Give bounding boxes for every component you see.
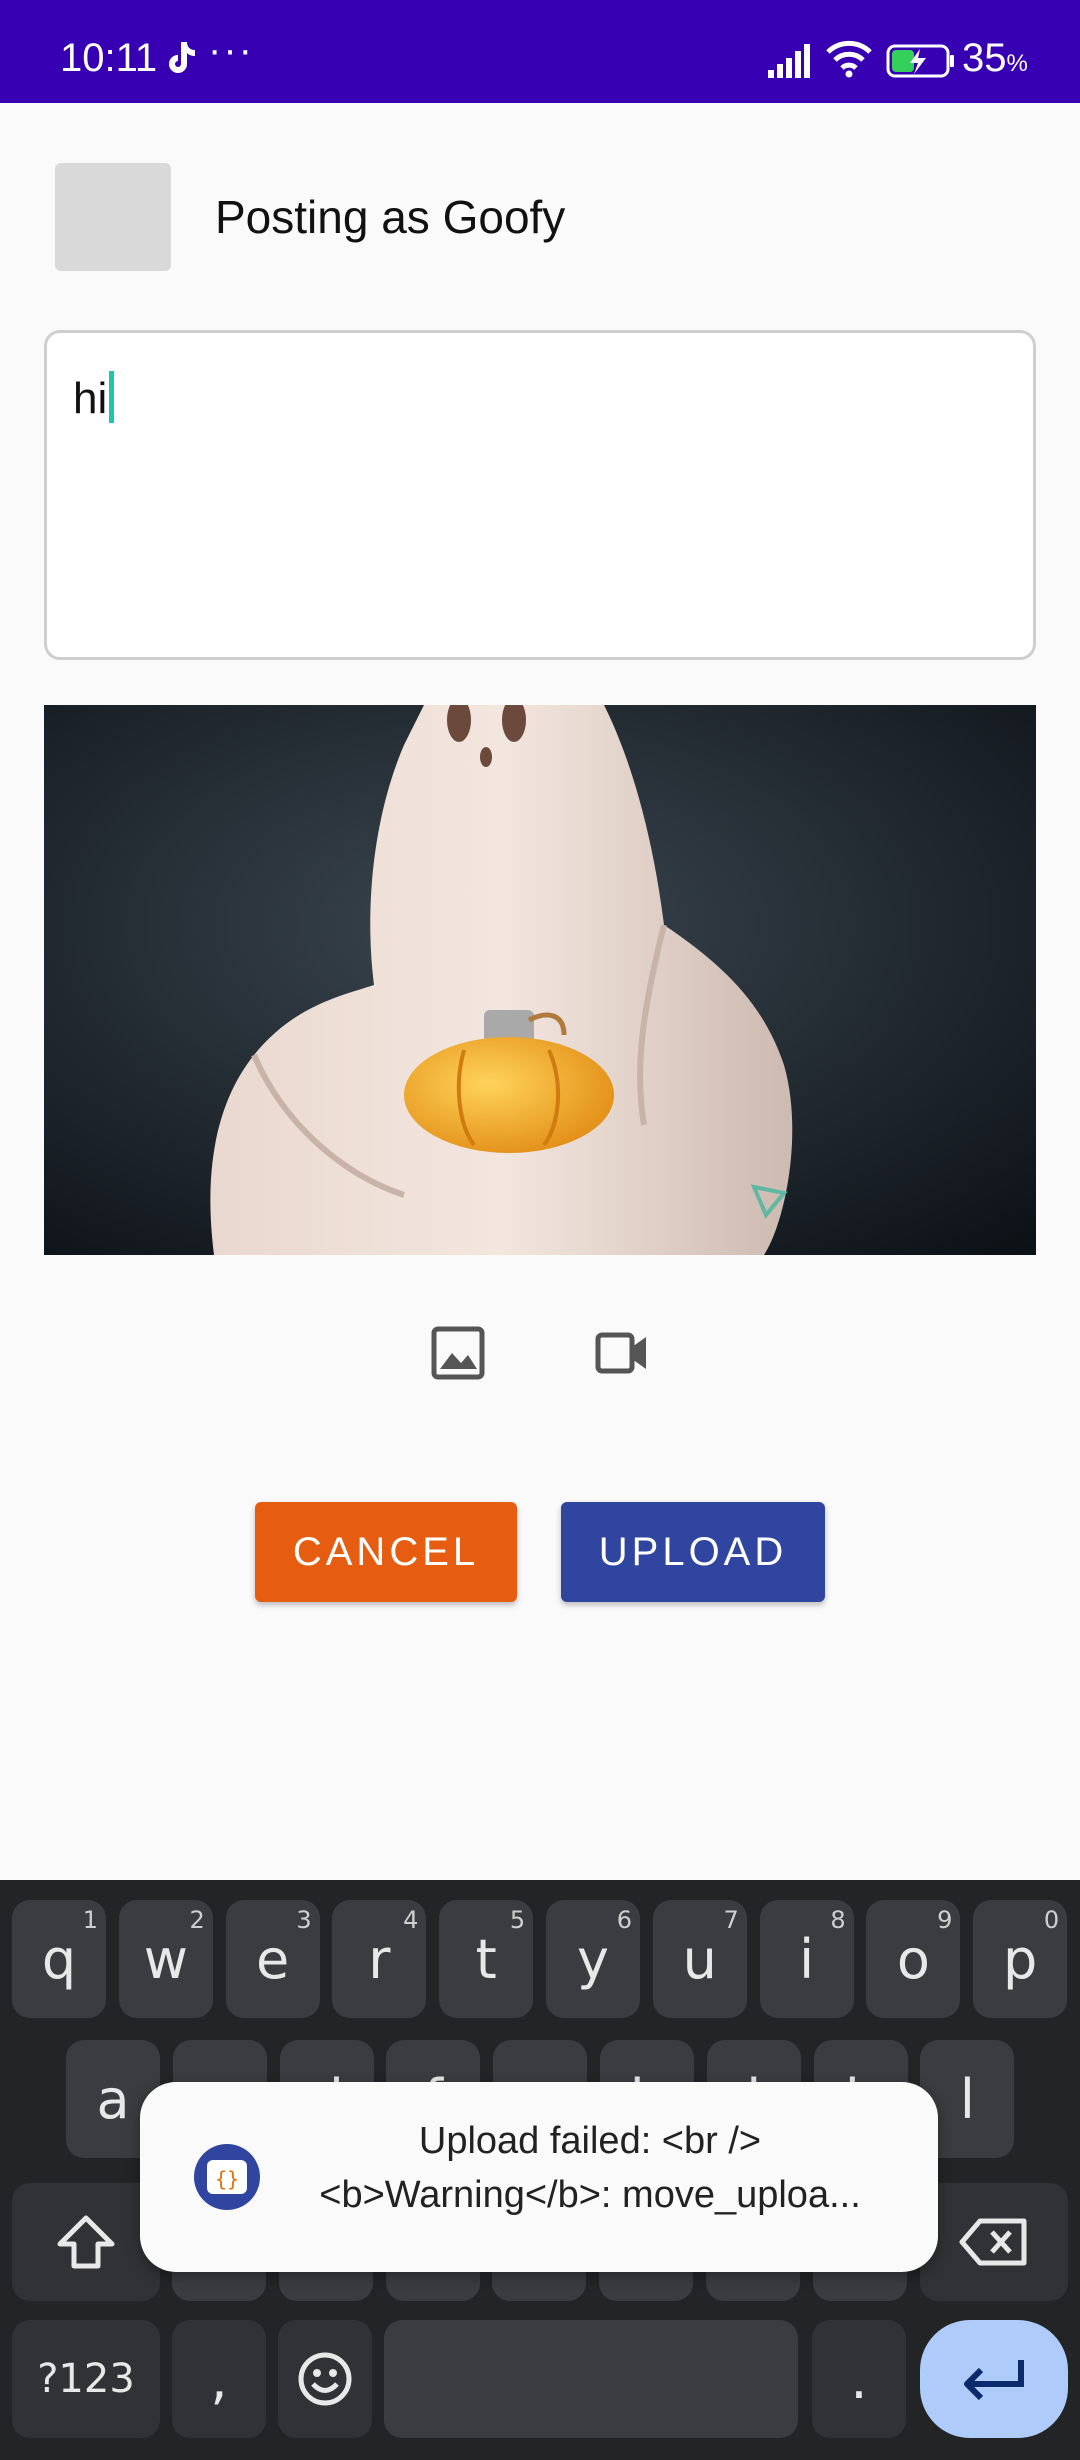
battery-charging-icon bbox=[886, 44, 954, 78]
wifi-icon bbox=[826, 40, 872, 78]
period-key-label: . bbox=[850, 2347, 868, 2411]
key-label: t bbox=[475, 1927, 497, 1991]
symbols-key[interactable]: ?123 bbox=[12, 2320, 160, 2438]
key-label: q bbox=[41, 1927, 77, 1991]
key-hint: 6 bbox=[616, 1906, 632, 1934]
shift-icon bbox=[57, 2215, 115, 2269]
app-icon: {} bbox=[194, 2144, 260, 2210]
backspace-key[interactable] bbox=[920, 2183, 1068, 2301]
key-o[interactable]: o9 bbox=[866, 1900, 961, 2018]
svg-text:{}: {} bbox=[215, 2167, 239, 2191]
more-notifications-icon: ··· bbox=[208, 28, 254, 72]
shift-key[interactable] bbox=[12, 2183, 160, 2301]
gallery-icon[interactable] bbox=[430, 1325, 486, 1381]
enter-icon bbox=[964, 2360, 1024, 2401]
media-preview-image bbox=[44, 705, 1036, 1255]
key-label: e bbox=[255, 1927, 290, 1991]
key-hint: 8 bbox=[830, 1906, 846, 1934]
key-label: y bbox=[577, 1927, 609, 1991]
post-text-value: hi bbox=[73, 371, 115, 424]
key-hint: 0 bbox=[1043, 1906, 1060, 1934]
posting-as-label: Posting as Goofy bbox=[215, 191, 566, 243]
tiktok-icon bbox=[169, 42, 195, 73]
backspace-icon bbox=[959, 2218, 1027, 2266]
key-hint: 2 bbox=[189, 1906, 205, 1934]
key-t[interactable]: t5 bbox=[439, 1900, 534, 2018]
key-r[interactable]: r4 bbox=[332, 1900, 427, 2018]
video-camera-icon[interactable] bbox=[594, 1325, 650, 1381]
battery-percent: 35% bbox=[962, 36, 1028, 80]
emoji-key[interactable] bbox=[278, 2320, 372, 2438]
key-label: p bbox=[1003, 1927, 1038, 1991]
space-key[interactable] bbox=[384, 2320, 798, 2438]
avatar bbox=[55, 163, 171, 271]
key-q[interactable]: q1 bbox=[12, 1900, 106, 2018]
key-hint: 1 bbox=[82, 1906, 98, 1934]
key-p[interactable]: p0 bbox=[973, 1900, 1068, 2018]
key-u[interactable]: u7 bbox=[652, 1900, 747, 2018]
key-label: a bbox=[96, 2067, 130, 2131]
key-label: l bbox=[959, 2067, 975, 2131]
upload-button[interactable]: UPLOAD bbox=[561, 1502, 825, 1602]
key-label: r bbox=[368, 1927, 391, 1991]
text-caret bbox=[109, 371, 115, 423]
status-time: 10:11 bbox=[60, 36, 158, 80]
comma-key-label: , bbox=[210, 2347, 228, 2411]
key-label: w bbox=[143, 1927, 188, 1991]
upload-failed-toast: {} Upload failed: <br /> <b>Warning</b>:… bbox=[140, 2082, 938, 2272]
signal-icon bbox=[768, 44, 810, 78]
key-e[interactable]: e3 bbox=[225, 1900, 320, 2018]
status-bar: 10:11 ··· 35% bbox=[0, 0, 1080, 103]
key-hint: 4 bbox=[403, 1906, 419, 1934]
post-text-input[interactable]: hi bbox=[44, 330, 1036, 660]
toast-message-line2: <b>Warning</b>: move_uploa... bbox=[319, 2174, 861, 2216]
emoji-icon bbox=[298, 2352, 352, 2406]
enter-key[interactable] bbox=[920, 2320, 1068, 2438]
key-hint: 7 bbox=[723, 1906, 739, 1934]
key-y[interactable]: y6 bbox=[546, 1900, 640, 2018]
comma-key[interactable]: , bbox=[172, 2320, 266, 2438]
key-hint: 3 bbox=[296, 1906, 312, 1934]
key-i[interactable]: i8 bbox=[759, 1900, 854, 2018]
key-label: o bbox=[896, 1927, 930, 1991]
symbols-key-label: ?123 bbox=[37, 2356, 135, 2402]
key-label: i bbox=[799, 1927, 815, 1991]
cancel-button[interactable]: CANCEL bbox=[255, 1502, 517, 1602]
period-key[interactable]: . bbox=[812, 2320, 906, 2438]
key-label: u bbox=[682, 1927, 717, 1991]
key-w[interactable]: w2 bbox=[118, 1900, 213, 2018]
toast-message-line1: Upload failed: <br /> bbox=[418, 2120, 762, 2162]
key-hint: 5 bbox=[509, 1906, 526, 1934]
key-hint: 9 bbox=[937, 1906, 953, 1934]
